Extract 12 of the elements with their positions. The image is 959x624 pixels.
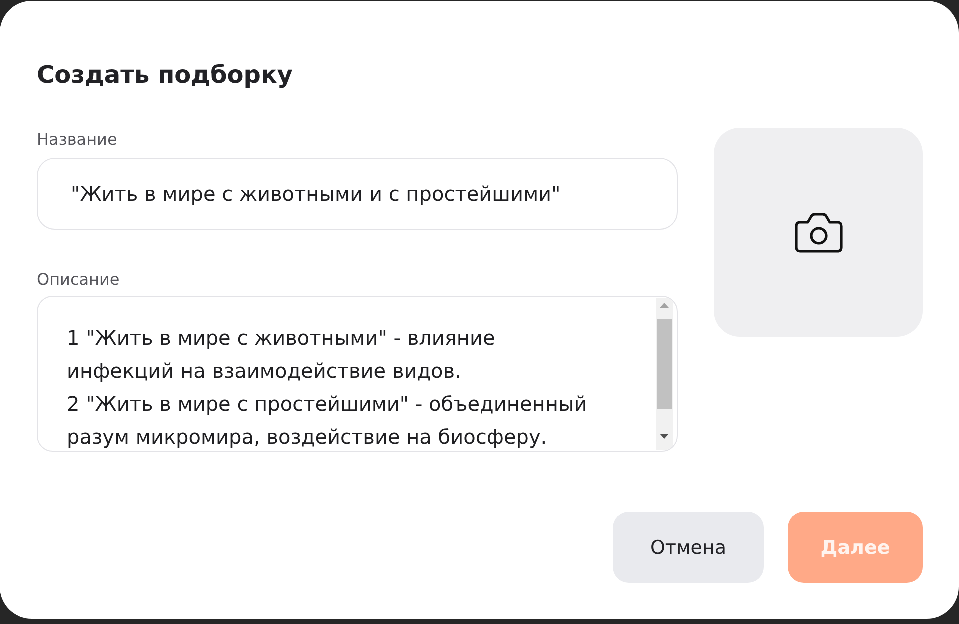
field-label: Описание xyxy=(37,269,120,291)
description-field[interactable]: 1 "Жить в мире с животными" - влияние инфекций на взаимодействие видов. 2 "Жить в мире с простейшими" - объединенный разум микромира, воздействие на биосферу. xyxy=(37,296,678,452)
dialog-title: Создать подборку xyxy=(37,60,294,91)
name-field[interactable]: "Жить в мире с животными и с простейшими" xyxy=(37,158,678,230)
camera-icon xyxy=(794,212,844,254)
scroll-up-icon[interactable] xyxy=(660,303,670,308)
scroll-down-icon[interactable] xyxy=(660,434,670,439)
scrollbar-track[interactable] xyxy=(656,298,674,450)
cancel-button[interactable]: Отмена xyxy=(613,512,764,583)
scrollbar-thumb[interactable] xyxy=(657,319,672,409)
field-label: Название xyxy=(37,129,118,151)
photo-upload-button[interactable] xyxy=(714,128,923,337)
